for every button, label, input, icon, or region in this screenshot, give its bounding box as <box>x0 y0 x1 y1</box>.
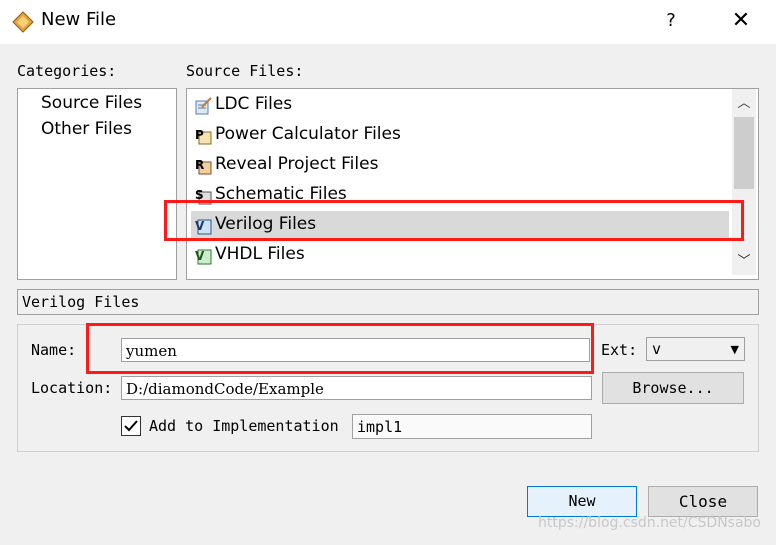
svg-text:P: P <box>195 128 204 142</box>
vhdl-file-icon: V <box>195 249 212 265</box>
list-item-vhdl-files[interactable]: V VHDL Files <box>191 241 729 271</box>
diamond-app-icon <box>12 11 34 33</box>
add-to-implementation-label: Add to Implementation <box>149 417 339 435</box>
title-bar: New File ? ✕ <box>0 0 776 44</box>
svg-text:R: R <box>195 158 204 172</box>
list-item-verilog-files[interactable]: V Verilog Files <box>191 211 729 241</box>
categories-list[interactable]: Source Files Other Files <box>17 88 177 280</box>
svg-text:S: S <box>195 188 204 202</box>
list-item-label: Schematic Files <box>215 184 347 204</box>
scrollbar-thumb[interactable] <box>734 117 754 189</box>
watermark-text: https://blog.csdn.net/CSDNsabo <box>538 515 761 531</box>
location-label: Location: <box>31 379 113 397</box>
scroll-up-arrow-icon[interactable]: ︿ <box>732 93 756 115</box>
add-to-implementation-checkbox[interactable] <box>121 416 141 436</box>
ext-label: Ext: <box>601 341 638 359</box>
list-item-label: Power Calculator Files <box>215 124 401 144</box>
list-item-label: VHDL Files <box>215 244 305 264</box>
category-other-files[interactable]: Other Files <box>41 119 132 139</box>
power-calculator-file-icon: P <box>195 128 212 145</box>
categories-label: Categories: <box>17 62 117 80</box>
reveal-project-file-icon: R <box>195 158 212 175</box>
source-files-scrollbar[interactable]: ︿ ﹀ <box>732 89 756 275</box>
help-button[interactable]: ? <box>660 8 682 34</box>
source-files-label: Source Files: <box>186 62 304 80</box>
list-item-label: LDC Files <box>215 94 293 114</box>
browse-button[interactable]: Browse... <box>602 372 744 404</box>
svg-text:V: V <box>195 219 205 233</box>
list-item-schematic-files[interactable]: S Schematic Files <box>191 181 729 211</box>
list-item-reveal-project-files[interactable]: R Reveal Project Files <box>191 151 729 181</box>
source-files-list[interactable]: LDC Files P Power Calculator Files R Rev… <box>186 88 759 280</box>
window-title: New File <box>41 9 117 30</box>
ldc-file-icon <box>195 97 212 115</box>
new-button[interactable]: New <box>527 486 637 517</box>
location-input[interactable]: D:/diamondCode/Example <box>121 376 592 400</box>
ext-select[interactable]: v ▼ <box>646 337 745 361</box>
verilog-file-icon: V <box>195 219 212 235</box>
name-input[interactable]: yumen <box>121 338 590 362</box>
list-item-power-calculator-files[interactable]: P Power Calculator Files <box>191 121 729 151</box>
list-item-ldc-files[interactable]: LDC Files <box>191 91 729 121</box>
implementation-field[interactable]: impl1 <box>352 414 592 439</box>
category-source-files[interactable]: Source Files <box>41 93 142 113</box>
dropdown-arrow-icon: ▼ <box>730 343 739 356</box>
checkmark-icon <box>124 420 138 432</box>
scroll-down-arrow-icon[interactable]: ﹀ <box>732 251 756 273</box>
svg-text:V: V <box>195 249 205 263</box>
close-button[interactable]: Close <box>648 486 758 517</box>
name-label: Name: <box>31 341 77 359</box>
list-item-label: Reveal Project Files <box>215 154 379 174</box>
schematic-file-icon: S <box>195 188 212 205</box>
close-window-button[interactable]: ✕ <box>726 6 756 36</box>
file-type-description: Verilog Files <box>17 289 759 315</box>
list-item-label: Verilog Files <box>215 214 317 234</box>
